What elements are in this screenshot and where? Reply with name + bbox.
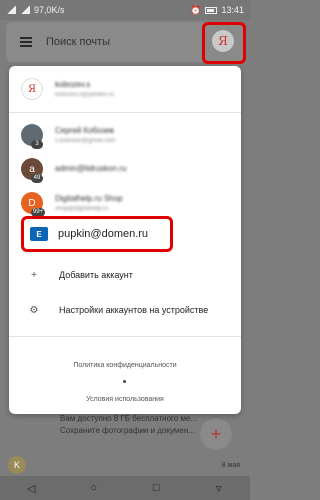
account-row[interactable]: Я kobozev.s kobozev.s@yandex.ru (9, 70, 241, 108)
clock: 13:41 (221, 5, 244, 15)
separator-dot (123, 380, 126, 383)
menu-icon[interactable] (20, 35, 32, 49)
status-bar: 97,0K/s ⏰ 13:41 (0, 0, 250, 20)
avatar-highlight-box (202, 22, 246, 64)
unread-badge: 49 (31, 174, 43, 183)
mail-preview-subject: Вам доступно 8 ГБ бесплатного ме... (60, 414, 198, 423)
account-name: kobozev.s (55, 80, 91, 89)
divider (9, 336, 241, 337)
notifications-icon[interactable]: ▿ (212, 482, 226, 495)
manage-accounts-icon: ⚙ (29, 304, 39, 316)
mail-preview-snippet: Сохраните фотографии и докумен... (60, 426, 195, 435)
add-account-label: Добавить аккаунт (59, 270, 133, 280)
unread-badge: 3 (31, 140, 43, 149)
account-name: Сергей Кобозев (55, 126, 114, 135)
recents-icon[interactable]: □ (149, 482, 163, 494)
signal-icon (6, 6, 16, 14)
exchange-account-row[interactable]: E pupkin@domen.ru (21, 216, 173, 252)
account-row[interactable]: 3 Сергей Кобозев s.kobozev@gmail.com (9, 116, 241, 154)
add-account-button[interactable]: + Добавить аккаунт (9, 261, 241, 289)
terms-link[interactable]: Условия использования (9, 396, 241, 403)
mail-date: 8 мая (221, 462, 240, 469)
network-speed: 97,0K/s (34, 5, 65, 15)
person-add-icon: + (31, 269, 37, 281)
wifi-icon (20, 6, 30, 14)
account-email: shop@digitalhelp.ru (55, 206, 109, 212)
exchange-account-email: pupkin@domen.ru (58, 228, 149, 240)
compose-button[interactable]: + (200, 418, 232, 450)
manage-accounts-label: Настройки аккаунтов на устройстве (59, 305, 209, 315)
search-input[interactable]: Поиск почты (46, 36, 110, 48)
back-icon[interactable]: ◁ (24, 482, 38, 495)
battery-icon (205, 6, 218, 14)
divider (9, 112, 241, 113)
privacy-policy-link[interactable]: Политика конфиденциальности (9, 362, 241, 369)
system-nav-bar: ◁ ○ □ ▿ (0, 476, 250, 500)
account-email: s.kobozev@gmail.com (55, 138, 116, 144)
manage-accounts-button[interactable]: ⚙ Настройки аккаунтов на устройстве (9, 296, 241, 324)
account-switcher-panel: Я kobozev.s kobozev.s@yandex.ru 3 Сергей… (9, 66, 241, 414)
account-row[interactable]: a 49 admin@lidruskon.ru (9, 150, 241, 188)
account-avatar: Я (21, 78, 43, 100)
account-name: Digitalhelp.ru Shop (55, 194, 123, 203)
sender-avatar: K (8, 456, 26, 474)
account-name: admin@lidruskon.ru (55, 164, 127, 173)
account-email: kobozev.s@yandex.ru (55, 92, 115, 98)
home-icon[interactable]: ○ (87, 482, 101, 494)
alarm-icon: ⏰ (190, 4, 202, 15)
exchange-icon: E (30, 227, 48, 241)
